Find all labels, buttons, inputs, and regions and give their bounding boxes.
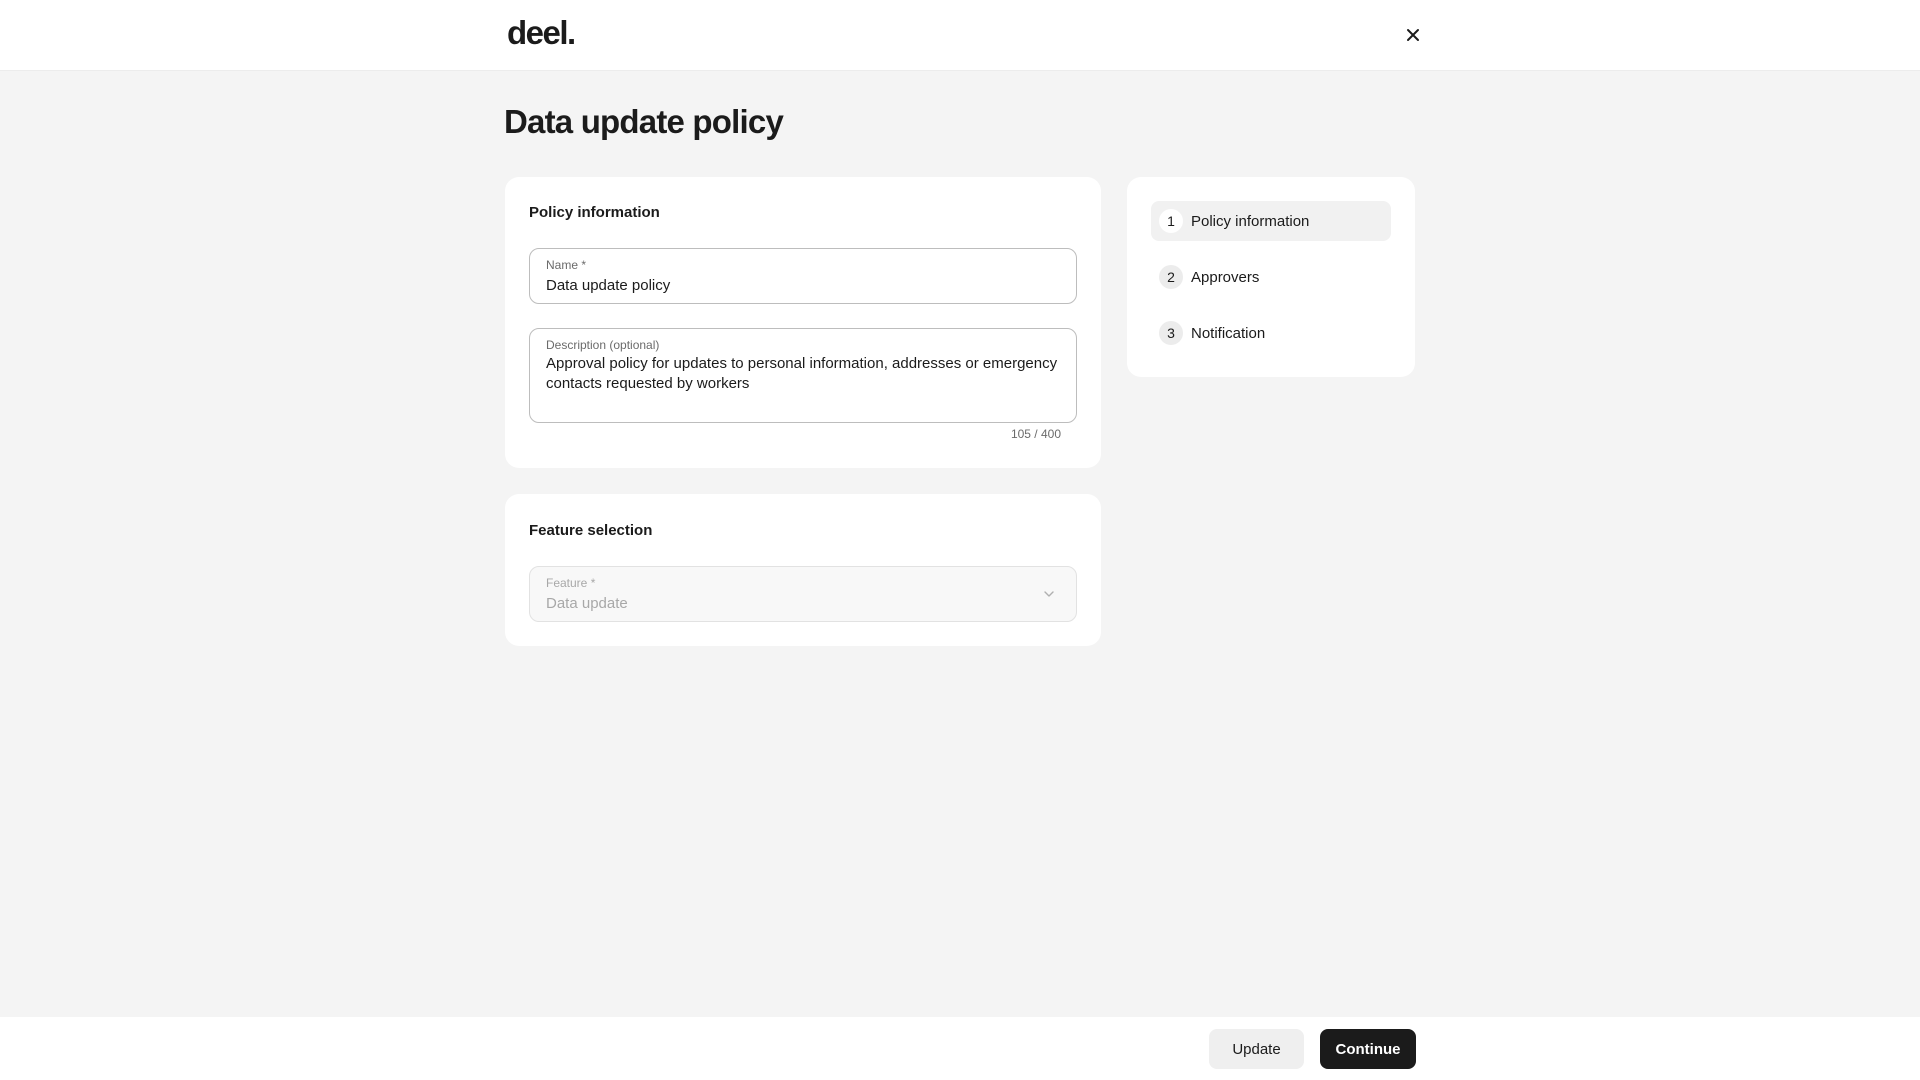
steps-navigation: 1 Policy information 2 Approvers 3 Notif… bbox=[1127, 177, 1415, 377]
step-number: 3 bbox=[1159, 321, 1183, 345]
section-title-policy-information: Policy information bbox=[529, 204, 660, 221]
step-label: Notification bbox=[1191, 324, 1266, 342]
name-field[interactable]: Name * Data update policy bbox=[529, 248, 1077, 304]
chevron-down-icon bbox=[1044, 591, 1054, 597]
description-character-counter: 105 / 400 bbox=[1010, 427, 1061, 441]
name-field-label: Name * bbox=[546, 258, 587, 272]
update-button[interactable]: Update bbox=[1209, 1029, 1304, 1069]
feature-select[interactable]: Feature * Data update bbox=[529, 566, 1077, 622]
feature-select-value: Data update bbox=[546, 595, 628, 612]
continue-button[interactable]: Continue bbox=[1320, 1029, 1416, 1069]
close-button[interactable] bbox=[1400, 22, 1426, 48]
feature-select-label: Feature * bbox=[546, 576, 596, 590]
close-icon bbox=[1407, 29, 1419, 41]
section-title-feature-selection: Feature selection bbox=[529, 522, 653, 539]
description-field-value[interactable]: Approval policy for updates to personal … bbox=[546, 354, 1060, 394]
description-field-label: Description (optional) bbox=[546, 338, 660, 352]
step-label: Policy information bbox=[1191, 212, 1310, 230]
step-notification[interactable]: 3 Notification bbox=[1151, 313, 1391, 353]
top-bar: deel. bbox=[0, 0, 1920, 71]
policy-information-card: Policy information Name * Data update po… bbox=[505, 177, 1101, 468]
step-number: 1 bbox=[1159, 209, 1183, 233]
step-label: Approvers bbox=[1191, 268, 1260, 286]
footer-bar: Update Continue bbox=[0, 1017, 1920, 1080]
step-number: 2 bbox=[1159, 265, 1183, 289]
deel-logo[interactable]: deel. bbox=[507, 14, 576, 52]
description-field[interactable]: Description (optional) Approval policy f… bbox=[529, 328, 1077, 423]
page-title: Data update policy bbox=[504, 103, 784, 140]
step-policy-information[interactable]: 1 Policy information bbox=[1151, 201, 1391, 241]
feature-selection-card: Feature selection Feature * Data update bbox=[505, 494, 1101, 646]
name-field-value[interactable]: Data update policy bbox=[546, 276, 670, 296]
step-approvers[interactable]: 2 Approvers bbox=[1151, 257, 1391, 297]
